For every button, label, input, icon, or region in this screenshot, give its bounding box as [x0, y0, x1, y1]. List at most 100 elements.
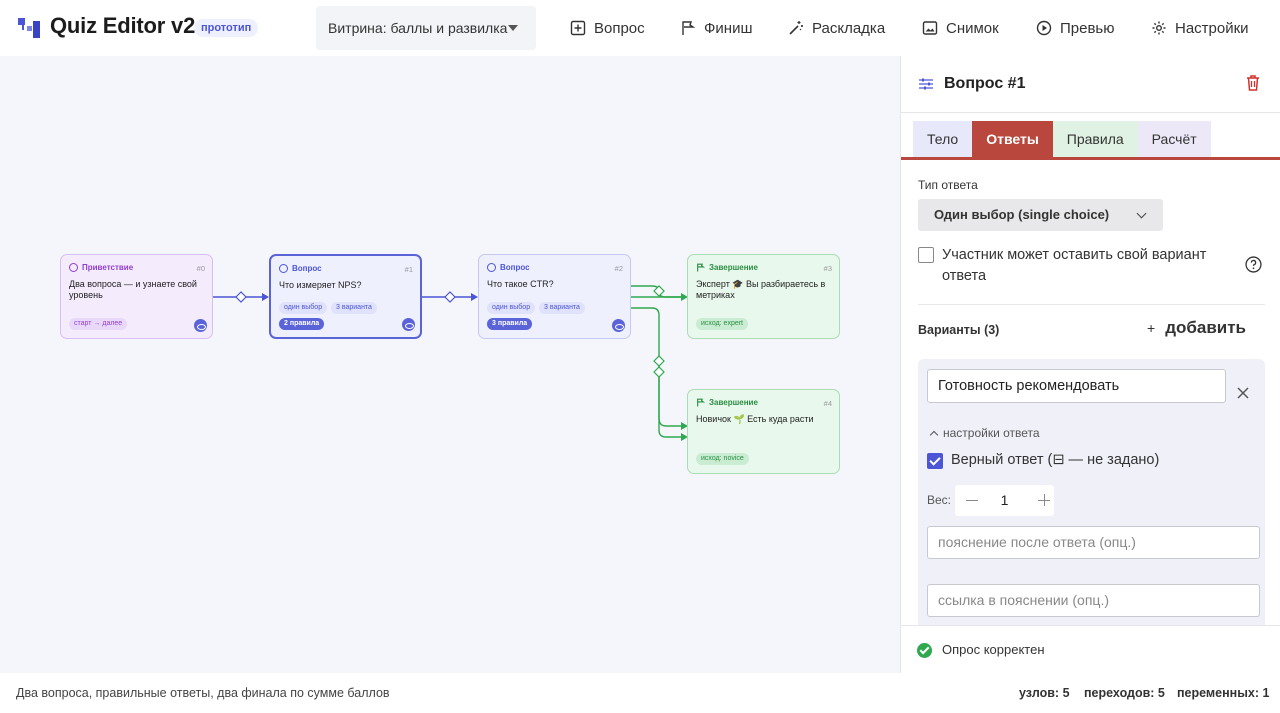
flag-icon [682, 21, 696, 35]
gear-icon [1152, 21, 1166, 35]
layout-button[interactable]: Раскладка [788, 0, 885, 56]
layout-label: Раскладка [812, 19, 886, 37]
variants-label: Варианты (3) [918, 323, 1000, 337]
magic-wand-icon [789, 21, 803, 35]
panel-tabs: Тело Ответы Правила Расчёт [913, 121, 1211, 158]
app-header: Quiz Editor v2 прототип Витрина: баллы и… [0, 0, 1280, 56]
app-title: Quiz Editor v2 [50, 13, 196, 38]
trash-icon[interactable] [1246, 75, 1260, 91]
node-index: #3 [823, 264, 832, 273]
variant-settings-label: настройки ответа [943, 426, 1040, 440]
node-chip: 3 варианта [331, 302, 377, 314]
scenario-description: Два вопроса, правильные ответы, два фина… [16, 686, 390, 700]
tab-body[interactable]: Тело [913, 121, 973, 158]
own-variant-label: Участник может оставить свой вариант отв… [942, 247, 1207, 284]
variables-count: переменных: 1 [1177, 686, 1270, 700]
snapshot-button[interactable]: Снимок [922, 0, 999, 56]
settings-button[interactable]: Настройки [1151, 0, 1249, 56]
preview-label: Превью [1060, 19, 1115, 37]
tab-calculation[interactable]: Расчёт [1137, 121, 1211, 158]
transitions-count: переходов: 5 [1084, 686, 1165, 700]
add-finish-label: Финиш [704, 19, 753, 37]
preview-button[interactable]: Превью [1036, 0, 1115, 56]
plus-square-icon [570, 20, 586, 36]
close-icon[interactable] [1236, 386, 1250, 400]
plus-icon[interactable] [1037, 493, 1051, 507]
add-question-button[interactable]: Вопрос [570, 0, 645, 56]
add-question-label: Вопрос [594, 19, 645, 37]
panel-body: Тип ответа Один выбор (single choice) Уч… [901, 160, 1280, 625]
chevron-up-icon [929, 430, 939, 439]
node-chip: один выбор [279, 302, 328, 314]
weight-stepper: 1 [955, 485, 1054, 516]
node-index: #0 [196, 264, 205, 273]
flow-canvas[interactable]: Приветствие #0 Два вопроса — и узнаете с… [0, 56, 900, 673]
eye-icon[interactable] [612, 319, 625, 332]
sliders-icon [919, 78, 933, 90]
node-question-2[interactable]: Вопрос #2 Что такое CTR? один выбор 3 ва… [478, 254, 631, 339]
node-title: Два вопроса — и узнаете свой уровень [69, 279, 197, 300]
check-circle-icon [917, 643, 932, 658]
inspector-panel: Вопрос #1 Тело Ответы Правила Расчёт Тип… [900, 56, 1280, 673]
node-index: #4 [823, 399, 832, 408]
edge-diamond-2 [653, 355, 665, 367]
node-chip: 3 варианта [539, 302, 585, 314]
play-circle-icon [1036, 20, 1052, 36]
nodes-count: узлов: 5 [1019, 686, 1070, 700]
node-kind: Завершение [696, 398, 758, 407]
edges-layer [213, 285, 688, 441]
node-welcome[interactable]: Приветствие #0 Два вопроса — и узнаете с… [60, 254, 213, 339]
node-finish-novice[interactable]: Завершение #4 Новичок 🌱 Есть куда расти … [687, 389, 840, 474]
add-variant-label: добавить [1165, 318, 1246, 337]
edge-1-2-diamond [444, 291, 456, 303]
node-chip: исход: expert [696, 318, 748, 330]
correct-answer-checkbox[interactable] [927, 453, 943, 469]
question-circle-icon [487, 263, 496, 272]
scenario-select[interactable]: Витрина: баллы и развилка [316, 6, 536, 50]
node-index: #2 [614, 264, 623, 273]
node-title: Что измеряет NPS? [279, 280, 362, 290]
divider [918, 304, 1265, 305]
own-variant-checkbox[interactable] [918, 247, 934, 263]
app-logo-icon [18, 18, 40, 38]
validation-status-text: Опрос корректен [942, 642, 1045, 657]
help-icon[interactable] [1245, 256, 1262, 273]
node-rules-chip: 3 правила [487, 318, 533, 330]
edge-diamond-1 [653, 285, 665, 297]
node-title: Эксперт 🎓 Вы разбираетесь в метриках [696, 279, 826, 300]
tab-answers[interactable]: Ответы [972, 121, 1053, 158]
eye-icon[interactable] [402, 318, 415, 331]
panel-title: Вопрос #1 [944, 75, 1026, 92]
panel-header: Вопрос #1 [901, 56, 1280, 113]
scenario-select-value: Витрина: баллы и развилка [328, 20, 508, 36]
correct-answer-label: Верный ответ (⊟ — не задано) [951, 452, 1160, 468]
variant-settings-toggle[interactable]: настройки ответа [929, 426, 1040, 440]
node-finish-expert[interactable]: Завершение #3 Эксперт 🎓 Вы разбираетесь … [687, 254, 840, 339]
answer-type-value: Один выбор (single choice) [934, 207, 1110, 222]
explanation-input[interactable]: пояснение после ответа (опц.) [927, 526, 1260, 559]
node-chip: старт → далее [69, 318, 128, 330]
node-question-1[interactable]: Вопрос #1 Что измеряет NPS? один выбор 3… [269, 254, 422, 339]
tab-rules[interactable]: Правила [1052, 121, 1138, 158]
chevron-down-icon [1136, 208, 1147, 219]
node-chip: один выбор [487, 302, 536, 314]
eye-icon[interactable] [194, 319, 207, 332]
footer-bar: Два вопроса, правильные ответы, два фина… [0, 673, 1280, 713]
validation-status: Опрос корректен [901, 625, 1280, 673]
node-kind: Завершение [696, 263, 758, 272]
edge-0-1-arrow [262, 293, 269, 301]
question-circle-icon [279, 264, 288, 273]
add-variant-button[interactable]: + добавить [1147, 318, 1246, 338]
variant-card: Готовность рекомендовать настройки ответ… [918, 359, 1265, 625]
settings-label: Настройки [1175, 19, 1249, 37]
variant-text-input[interactable]: Готовность рекомендовать [927, 369, 1226, 403]
caret-down-icon [508, 25, 518, 31]
add-finish-button[interactable]: Финиш [680, 0, 752, 56]
edge-1-2-arrow [471, 293, 478, 301]
answer-type-select[interactable]: Один выбор (single choice) [918, 199, 1163, 231]
node-kind: Приветствие [69, 263, 133, 272]
edge-diamond-3 [653, 366, 665, 378]
node-rules-chip: 2 правила [279, 318, 325, 330]
explanation-link-input[interactable]: ссылка в пояснении (опц.) [927, 584, 1260, 617]
image-icon [922, 21, 938, 35]
